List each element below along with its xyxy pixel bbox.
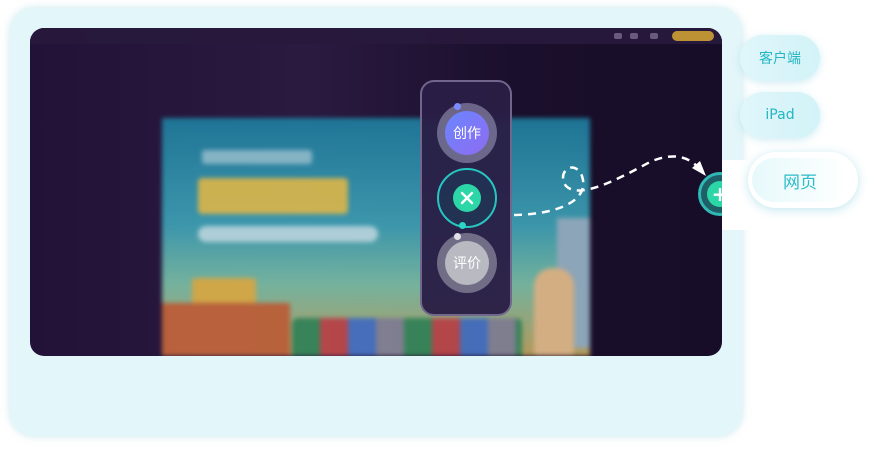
dashed-connector	[513, 155, 702, 217]
create-label: 创作	[453, 126, 481, 142]
platform-ipad-option[interactable]: iPad	[740, 92, 820, 138]
review-button[interactable]: 评价	[445, 241, 489, 285]
ring-indicator	[454, 233, 461, 240]
platform-ipad-label: iPad	[765, 107, 795, 123]
ring-indicator	[459, 222, 466, 229]
platform-web-label: 网页	[783, 172, 817, 193]
review-ring: 评价	[437, 233, 497, 293]
create-button[interactable]: 创作	[445, 111, 489, 155]
platform-web-pill: 网页	[752, 158, 848, 202]
review-label: 评价	[453, 256, 481, 272]
close-ring	[437, 168, 497, 229]
ring-indicator	[454, 103, 461, 110]
action-panel: 创作 评价	[420, 80, 512, 316]
arrow-head-icon	[692, 161, 706, 176]
close-button[interactable]	[453, 184, 481, 212]
platform-web-option[interactable]: 网页	[748, 152, 858, 208]
close-icon	[460, 191, 474, 205]
create-ring: 创作	[437, 103, 497, 163]
platform-client-option[interactable]: 客户端	[740, 35, 820, 81]
platform-client-label: 客户端	[759, 51, 801, 67]
